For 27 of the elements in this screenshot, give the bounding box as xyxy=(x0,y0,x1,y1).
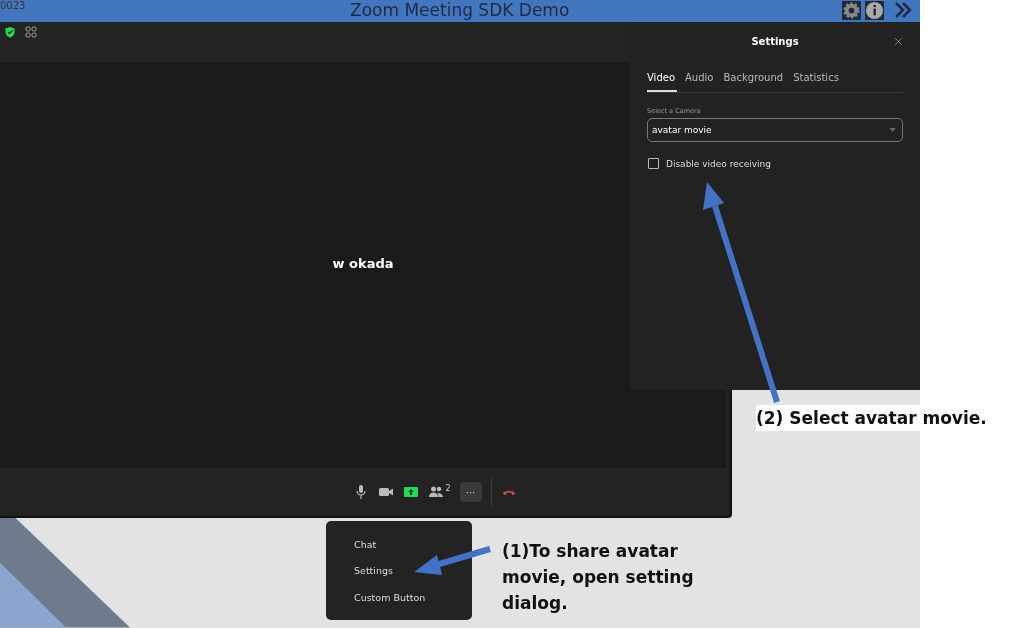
caret-icon xyxy=(889,128,896,132)
participant-name: w okada xyxy=(332,255,394,271)
menu-item[interactable]: Custom Button xyxy=(350,589,430,605)
participants-icon[interactable] xyxy=(428,484,445,500)
double-chevron-icon[interactable] xyxy=(893,0,913,20)
close-icon[interactable] xyxy=(894,37,903,46)
app-title: Zoom Meeting SDK Demo xyxy=(350,0,570,20)
more-button[interactable]: ··· xyxy=(459,482,482,502)
settings-tab[interactable]: Statistics xyxy=(793,68,841,92)
menu-item[interactable]: Settings xyxy=(350,563,397,578)
settings-tab[interactable]: Video xyxy=(647,68,678,92)
info-icon[interactable] xyxy=(864,0,885,20)
meeting-id: 0023 xyxy=(0,0,26,12)
shield-icon xyxy=(4,26,16,38)
checkbox[interactable] xyxy=(648,158,659,169)
share-screen-icon[interactable] xyxy=(403,484,420,500)
camera-select[interactable]: avatar movie xyxy=(647,118,903,142)
settings-tab[interactable]: Background xyxy=(723,68,786,92)
checkbox-label: Disable video receiving xyxy=(666,158,771,169)
menu-item[interactable]: Chat xyxy=(350,536,381,552)
settings-tab[interactable]: Audio xyxy=(685,68,716,92)
annotation-text: (1)To share avatar movie, open setting dialog. xyxy=(502,540,695,615)
gallery-view-icon[interactable] xyxy=(25,26,37,38)
participants-count: 2 xyxy=(445,484,451,493)
annotation-text: (2) Select avatar movie. xyxy=(756,405,987,431)
settings-icon[interactable] xyxy=(841,0,862,20)
settings-title: Settings xyxy=(751,35,799,47)
